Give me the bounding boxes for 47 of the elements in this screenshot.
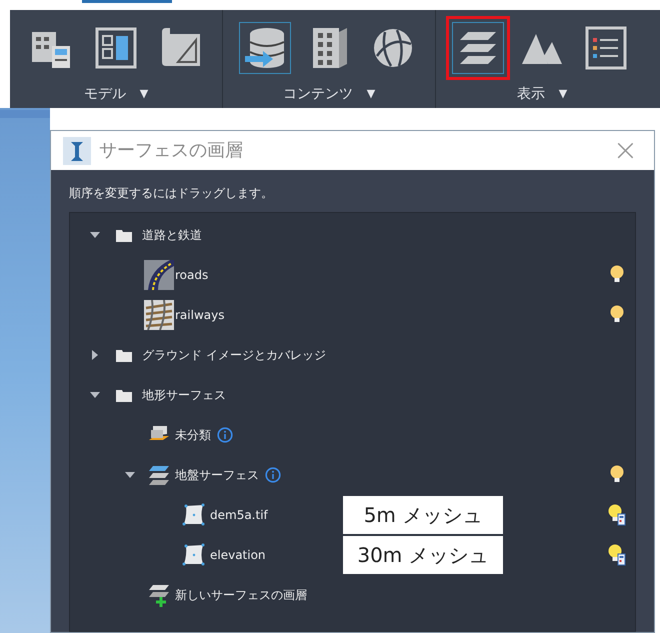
callout-label: 5m メッシュ (343, 496, 503, 534)
stacked-surface-icon (147, 464, 171, 486)
lightbulb-icon[interactable] (608, 544, 626, 566)
info-icon[interactable] (217, 427, 233, 443)
layer-label[interactable]: 未分類 (175, 426, 211, 444)
layer-label[interactable]: グラウンド イメージとカバレッジ (142, 346, 326, 364)
lightbulb-icon[interactable] (610, 265, 624, 285)
globe-icon (371, 26, 415, 70)
road-icon (144, 260, 174, 290)
instruction-text: 順序を変更するにはドラッグします。 (69, 185, 274, 202)
lightbulb-icon[interactable] (610, 465, 624, 485)
dropdown-button[interactable]: ▼ (140, 86, 148, 103)
collapse-arrow-icon[interactable] (90, 390, 100, 400)
lightbulb-icon[interactable] (608, 504, 626, 526)
group-label: モデル (84, 85, 126, 104)
collapse-arrow-icon[interactable] (90, 230, 100, 240)
callout-label: 30m メッシュ (343, 536, 503, 574)
mesh-icon (182, 503, 206, 527)
info-icon[interactable] (265, 467, 281, 483)
layer-label[interactable]: dem5a.tif (210, 506, 268, 524)
database-import-icon (243, 26, 287, 70)
layer-label[interactable]: elevation (210, 546, 266, 564)
group-label: 表示 (516, 85, 545, 104)
layer-label[interactable]: 道路と鉄道 (142, 226, 202, 244)
folder-icon (116, 388, 132, 402)
dropdown-button[interactable]: ▼ (366, 86, 376, 103)
list-icon (584, 26, 628, 70)
collapse-arrow-icon[interactable] (125, 470, 135, 480)
panel-icon (94, 26, 138, 70)
new-layer-icon (147, 583, 171, 607)
folder-icon (116, 348, 132, 362)
layer-label[interactable]: roads (175, 266, 208, 284)
lightbulb-icon[interactable] (610, 305, 624, 325)
layer-label[interactable]: 地形サーフェス (142, 386, 226, 404)
layer-label[interactable]: railways (175, 306, 224, 324)
app-icon (63, 136, 91, 164)
mesh-icon (182, 543, 206, 567)
expand-arrow-icon[interactable] (90, 350, 100, 360)
layer-label[interactable]: 新しいサーフェスの画層 (175, 586, 307, 604)
folder-icon (116, 228, 132, 242)
layer-label[interactable]: 地盤サーフェス (175, 466, 259, 484)
ribbon-tool-button[interactable] (452, 22, 504, 74)
dialog-title: サーフェスの画層 (99, 139, 243, 163)
group-label: コンテンツ (282, 85, 353, 104)
ribbon-tool-button[interactable] (239, 22, 291, 74)
dropdown-button[interactable]: ▼ (558, 86, 568, 103)
railway-icon (144, 300, 174, 330)
